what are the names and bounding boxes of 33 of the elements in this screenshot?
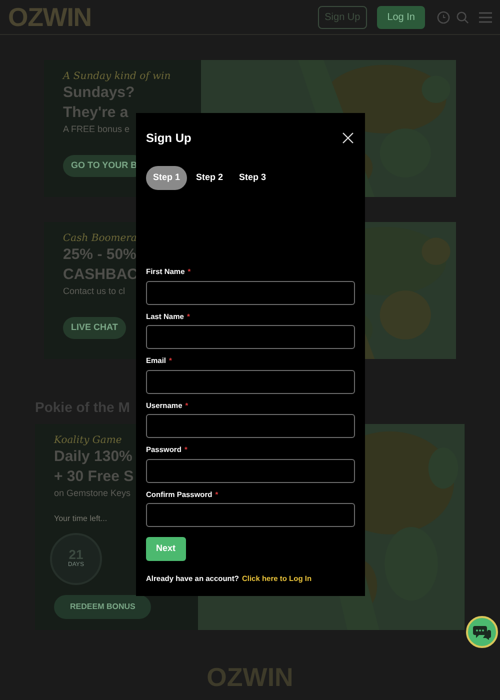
banner-button[interactable]: LIVE CHAT [63,316,126,338]
banner-headline: Daily 130% [54,448,132,466]
input-field[interactable] [146,414,355,438]
log-in-button[interactable]: Log In [377,6,425,28]
banner-tagline: A Sunday kind of win [63,72,171,82]
step-tab[interactable]: Step 3 [232,166,274,190]
banner-headline: They're a [63,104,128,122]
banner-tagline: Koality Game [54,436,122,446]
close-icon[interactable] [342,132,354,144]
banner-button[interactable]: REDEEM BONUS [54,594,152,618]
banner-subtitle: A FREE bonus e [63,123,130,136]
clock-icon[interactable] [437,10,450,24]
chat-bubbles-icon [473,624,491,640]
step-tab[interactable]: Step 2 [189,166,230,190]
input-field[interactable] [146,370,355,394]
input-field[interactable] [146,458,355,482]
step-tab[interactable]: Step 1 [146,166,188,190]
input-field[interactable] [146,280,355,304]
banner-headline: + 30 Free S [54,468,134,486]
menu-icon[interactable] [479,12,492,22]
chat-button[interactable] [466,616,498,648]
dialog-title: Sign Up [146,130,192,147]
input-field[interactable] [146,503,355,527]
banner-tagline: Cash Boomera [63,234,137,244]
banner-headline: Sundays? [63,84,135,102]
banner-subtitle: on Gemstone Keys [54,487,131,500]
banner-headline: 25% - 50% [63,246,136,264]
banner-subtitle: Contact us to cl [63,285,126,298]
banner-headline: CASHBAC [63,266,138,284]
search-icon[interactable] [456,10,469,24]
next-button[interactable]: Next [146,537,186,561]
timer-label: Your time left... [54,512,108,524]
input-field[interactable] [146,325,355,349]
